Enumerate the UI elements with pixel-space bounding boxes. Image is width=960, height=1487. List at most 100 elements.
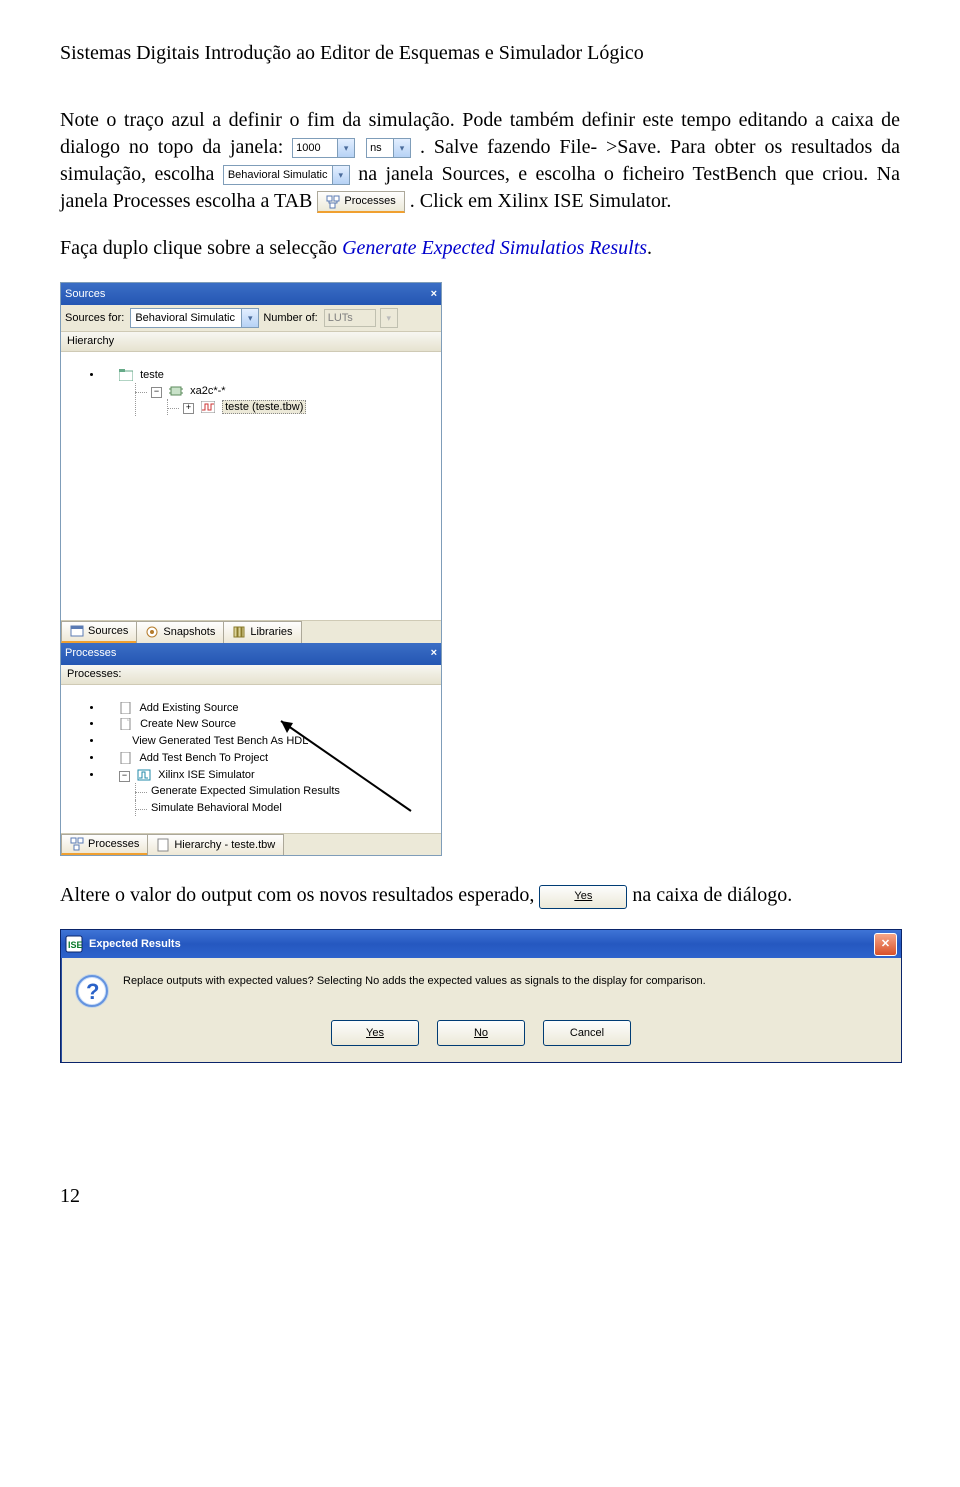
collapse-icon[interactable]: − <box>151 387 162 398</box>
tab-hierarchy[interactable]: Hierarchy - teste.tbw <box>147 834 284 856</box>
expand-icon[interactable]: + <box>183 403 194 414</box>
dialog-cancel-label: Cancel <box>570 1026 604 1041</box>
proc-xilinx-sim-label: Xilinx ISE Simulator <box>158 769 255 781</box>
processes-header: Processes: <box>61 665 441 685</box>
paragraph-3: Altere o valor do output com os novos re… <box>60 882 900 909</box>
proc-create-new[interactable]: Create New Source <box>103 716 439 733</box>
proc-view-generated-label: View Generated Test Bench As HDL <box>132 735 308 747</box>
p2-text-a: Faça duplo clique sobre a selecção <box>60 237 342 259</box>
p3-text-b: na caixa de diálogo. <box>632 884 792 906</box>
sources-for-label: Sources for: <box>65 311 126 326</box>
paragraph-2: Faça duplo clique sobre a selecção Gener… <box>60 235 900 262</box>
processes-title: Processes <box>65 646 116 661</box>
proc-generate-expected-label: Generate Expected Simulation Results <box>151 785 340 797</box>
processes-titlebar: Processes × <box>61 643 441 665</box>
snapshots-tab-icon <box>145 625 159 639</box>
time-unit-combo[interactable]: ▾ <box>366 138 411 158</box>
time-unit-input[interactable] <box>366 138 394 158</box>
sources-for-dropdown[interactable]: Behavioral Simulatic ▾ <box>130 308 259 328</box>
processes-tab-icon <box>70 837 84 851</box>
project-icon <box>119 369 133 381</box>
file-icon <box>119 752 133 764</box>
svg-text:ISE: ISE <box>68 940 83 950</box>
behavioral-simulation-dropdown[interactable]: Behavioral Simulatic ▾ <box>223 165 350 185</box>
processes-tab-chip[interactable]: Processes <box>317 191 404 213</box>
proc-simulate-behavioral[interactable]: Simulate Behavioral Model <box>135 800 439 817</box>
proc-generate-expected[interactable]: Generate Expected Simulation Results <box>135 783 439 800</box>
proc-create-new-label: Create New Source <box>140 718 236 730</box>
sources-tree[interactable]: teste − xa2c*-* + teste (teste.tbw) <box>61 352 441 620</box>
sources-toolbar: Sources for: Behavioral Simulatic ▾ Numb… <box>61 305 441 332</box>
sources-titlebar: Sources × <box>61 283 441 305</box>
dialog-close-button[interactable]: ✕ <box>874 933 897 956</box>
number-of-label: Number of: <box>263 311 319 326</box>
time-value-dropdown-icon[interactable]: ▾ <box>338 138 355 158</box>
hierarchy-tab-icon <box>156 838 170 852</box>
svg-text:?: ? <box>86 979 99 1004</box>
dialog-message: Replace outputs with expected values? Se… <box>123 974 706 989</box>
tab-sources[interactable]: Sources <box>61 621 137 643</box>
proc-view-generated[interactable]: View Generated Test Bench As HDL <box>103 733 439 750</box>
time-value-input[interactable] <box>292 138 338 158</box>
time-value-combo[interactable]: ▾ <box>292 138 355 158</box>
proc-add-testbench-label: Add Test Bench To Project <box>139 752 268 764</box>
waveform-file-icon <box>201 401 215 413</box>
chevron-down-icon[interactable]: ▾ <box>242 308 259 328</box>
number-of-dropdown-icon: ▾ <box>380 308 398 328</box>
p1-text-d: . Click em Xilinx ISE Simulator. <box>410 190 672 212</box>
sources-for-value: Behavioral Simulatic <box>130 308 242 328</box>
time-unit-dropdown-icon[interactable]: ▾ <box>394 138 411 158</box>
tab-hierarchy-label: Hierarchy - teste.tbw <box>174 838 275 853</box>
tab-libraries[interactable]: Libraries <box>223 621 301 643</box>
collapse-icon[interactable]: − <box>119 771 130 782</box>
processes-tree[interactable]: Add Existing Source Create New Source Vi… <box>61 685 441 833</box>
tab-processes[interactable]: Processes <box>61 834 148 856</box>
yes-button-label: Yes <box>574 890 592 902</box>
p2-text-c: . <box>647 237 652 259</box>
dialog-yes-button[interactable]: Yes <box>331 1020 419 1046</box>
proc-xilinx-sim[interactable]: − Xilinx ISE Simulator Generate Expected… <box>103 767 439 818</box>
ise-panel: Sources × Sources for: Behavioral Simula… <box>60 282 442 856</box>
dialog-yes-label: Yes <box>366 1026 384 1041</box>
processes-icon <box>326 195 340 209</box>
proc-add-existing-label: Add Existing Source <box>139 702 238 714</box>
generate-expected-label: Generate Expected Simulatios Results <box>342 237 647 259</box>
sources-close-icon[interactable]: × <box>431 287 437 302</box>
dialog-body: ? Replace outputs with expected values? … <box>61 958 901 1012</box>
sources-title: Sources <box>65 287 105 302</box>
processes-tab-label: Processes <box>344 194 395 209</box>
p3-text-a: Altere o valor do output com os novos re… <box>60 884 539 906</box>
tab-snapshots[interactable]: Snapshots <box>136 621 224 643</box>
yes-button-inline[interactable]: Yes <box>539 885 627 909</box>
number-of-value <box>324 309 376 327</box>
processes-close-icon[interactable]: × <box>431 646 437 661</box>
processes-tabs: Processes Hierarchy - teste.tbw <box>61 833 441 856</box>
sources-tabs: Sources Snapshots Libraries <box>61 620 441 643</box>
expected-results-dialog: ISE Expected Results ✕ ? Replace outputs… <box>60 929 902 1063</box>
tree-project-label: teste <box>140 369 164 381</box>
tree-project-root[interactable]: teste − xa2c*-* + teste (teste.tbw) <box>103 367 439 418</box>
dialog-no-button[interactable]: No <box>437 1020 525 1046</box>
dialog-no-label: No <box>474 1026 488 1041</box>
page-header: Sistemas Digitais Introdução ao Editor d… <box>60 40 900 67</box>
new-file-icon <box>119 718 133 730</box>
tree-testbench-file[interactable]: + teste (teste.tbw) <box>167 399 439 416</box>
sources-tab-icon <box>70 624 84 638</box>
paragraph-1: Note o traço azul a definir o fim da sim… <box>60 107 900 215</box>
behavioral-simulation-dropdown-icon[interactable]: ▾ <box>333 165 350 185</box>
proc-add-testbench[interactable]: Add Test Bench To Project <box>103 750 439 767</box>
proc-add-existing[interactable]: Add Existing Source <box>103 700 439 717</box>
behavioral-simulation-value: Behavioral Simulatic <box>223 165 333 185</box>
tree-chip-label: xa2c*-* <box>190 385 225 397</box>
question-icon: ? <box>75 974 109 1008</box>
file-icon <box>119 702 133 714</box>
ise-app-icon: ISE <box>65 935 83 953</box>
dialog-titlebar: ISE Expected Results ✕ <box>61 930 901 958</box>
dialog-cancel-button[interactable]: Cancel <box>543 1020 631 1046</box>
chip-icon <box>169 385 183 397</box>
proc-simulate-behavioral-label: Simulate Behavioral Model <box>151 802 282 814</box>
dialog-buttons: Yes No Cancel <box>61 1012 901 1062</box>
tab-libraries-label: Libraries <box>250 625 292 640</box>
libraries-tab-icon <box>232 625 246 639</box>
tree-chip[interactable]: − xa2c*-* + teste (teste.tbw) <box>135 383 439 417</box>
